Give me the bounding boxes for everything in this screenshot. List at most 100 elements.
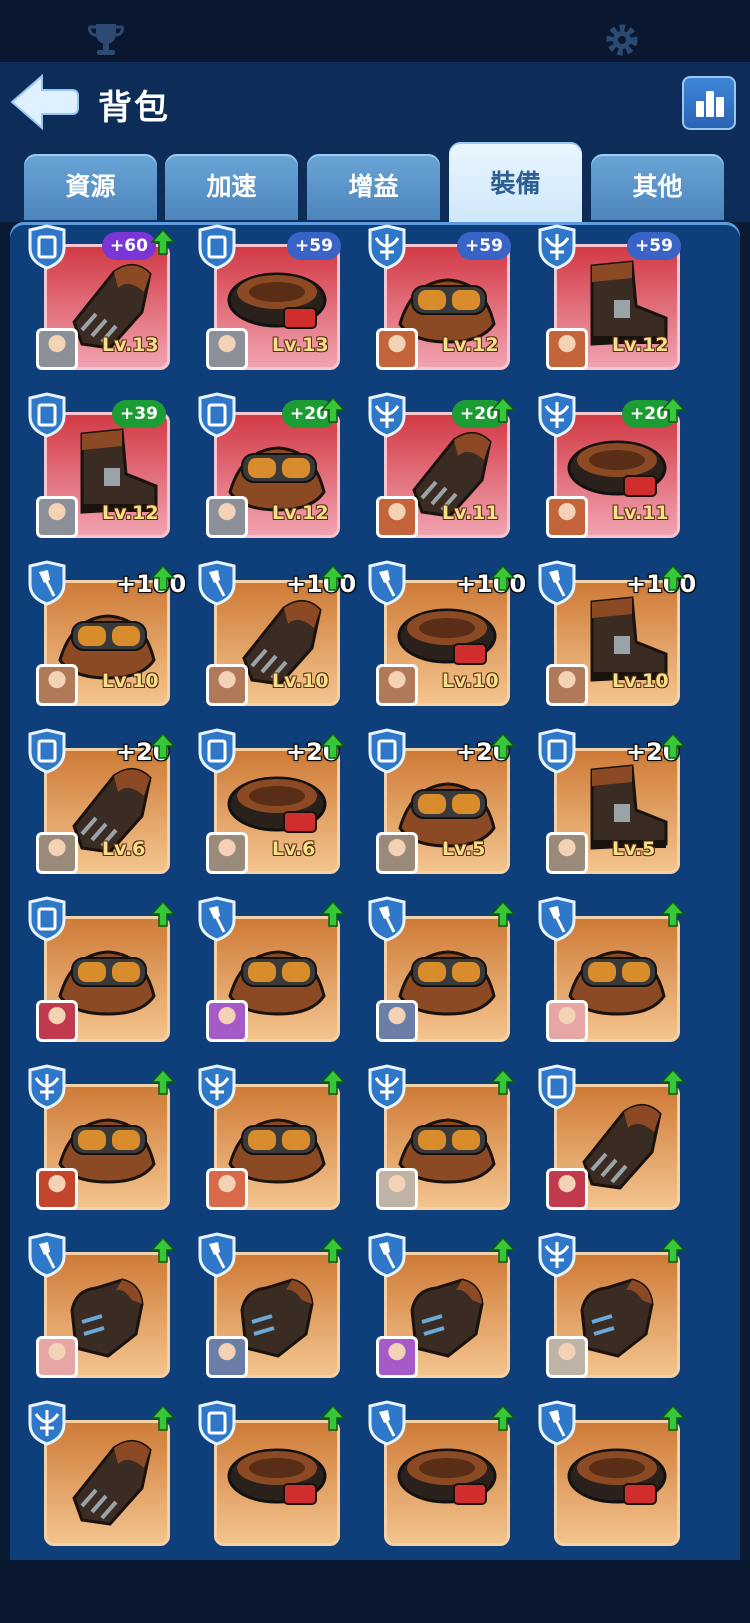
back-arrow-icon[interactable] bbox=[8, 72, 80, 132]
upgrade-arrow-icon bbox=[320, 732, 346, 759]
level-label: Lv.10 bbox=[102, 670, 159, 692]
equipment-item[interactable] bbox=[532, 1230, 686, 1382]
equipment-panel[interactable]: +60 Lv.13 +59 Lv.13 +59 Lv.12 +59 Lv.12 +39 Lv.12… bbox=[10, 222, 740, 1560]
hero-avatar bbox=[206, 328, 248, 370]
bonus-badge: +59 bbox=[457, 232, 511, 260]
hero-avatar bbox=[546, 1336, 588, 1378]
equipment-item[interactable] bbox=[22, 1230, 176, 1382]
equipment-item[interactable]: +20 Lv.6 bbox=[22, 726, 176, 878]
level-label: Lv.5 bbox=[442, 838, 486, 860]
hero-avatar bbox=[36, 1336, 78, 1378]
upgrade-arrow-icon bbox=[320, 1236, 346, 1263]
shield-icon bbox=[198, 224, 236, 270]
level-label: Lv.12 bbox=[102, 502, 159, 524]
bonus-badge: +59 bbox=[287, 232, 341, 260]
equipment-item[interactable] bbox=[192, 1062, 346, 1214]
hero-avatar bbox=[36, 664, 78, 706]
upgrade-arrow-icon bbox=[150, 1068, 176, 1095]
crossbow-icon bbox=[538, 1232, 576, 1278]
trophy-icon[interactable] bbox=[86, 20, 126, 60]
shovel-icon bbox=[368, 1232, 406, 1278]
equipment-item[interactable]: +59 Lv.13 bbox=[192, 222, 344, 374]
upgrade-arrow-icon bbox=[490, 1404, 516, 1431]
upgrade-arrow-icon bbox=[490, 1236, 516, 1263]
hero-avatar bbox=[206, 496, 248, 538]
shield-icon bbox=[28, 728, 66, 774]
equipment-item[interactable] bbox=[192, 1230, 346, 1382]
hero-avatar bbox=[376, 832, 418, 874]
equipment-item[interactable]: +39 Lv.12 bbox=[22, 390, 174, 542]
equipment-item[interactable]: +100 Lv.10 bbox=[532, 558, 696, 710]
upgrade-arrow-icon bbox=[660, 1068, 686, 1095]
stats-button[interactable] bbox=[682, 76, 736, 130]
bonus-badge: +39 bbox=[112, 400, 166, 428]
equipment-item[interactable]: +100 Lv.10 bbox=[22, 558, 186, 710]
level-label: Lv.10 bbox=[612, 670, 669, 692]
upgrade-arrow-icon bbox=[150, 1236, 176, 1263]
upgrade-arrow-icon bbox=[490, 396, 516, 423]
hero-avatar bbox=[376, 496, 418, 538]
equipment-item[interactable]: +59 Lv.12 bbox=[532, 222, 684, 374]
hero-avatar bbox=[546, 664, 588, 706]
level-label: Lv.11 bbox=[442, 502, 499, 524]
equipment-item[interactable] bbox=[192, 1398, 346, 1550]
equipment-item[interactable]: +20 Lv.5 bbox=[362, 726, 516, 878]
equipment-item[interactable] bbox=[532, 1398, 686, 1550]
tab-equipment[interactable]: 裝備 bbox=[449, 142, 582, 222]
tab-resources[interactable]: 資源 bbox=[24, 154, 157, 220]
equipment-item[interactable] bbox=[22, 894, 176, 1046]
upgrade-arrow-icon bbox=[660, 564, 686, 591]
equipment-item[interactable] bbox=[532, 1062, 686, 1214]
level-label: Lv.12 bbox=[612, 334, 669, 356]
hero-avatar bbox=[206, 832, 248, 874]
tab-other[interactable]: 其他 bbox=[591, 154, 724, 220]
equipment-item[interactable]: +20 Lv.12 bbox=[192, 390, 346, 542]
hero-avatar bbox=[376, 1336, 418, 1378]
shovel-icon bbox=[198, 560, 236, 606]
equipment-item[interactable]: +60 Lv.13 bbox=[22, 222, 176, 374]
upgrade-arrow-icon bbox=[320, 1068, 346, 1095]
equipment-item[interactable]: +100 Lv.10 bbox=[192, 558, 356, 710]
tab-speedups[interactable]: 加速 bbox=[165, 154, 298, 220]
equipment-item[interactable] bbox=[362, 894, 516, 1046]
equipment-item[interactable]: +100 Lv.10 bbox=[362, 558, 526, 710]
equipment-item[interactable]: +20 Lv.11 bbox=[532, 390, 686, 542]
equipment-item[interactable] bbox=[22, 1062, 176, 1214]
gear-icon[interactable] bbox=[602, 20, 642, 60]
equipment-item[interactable] bbox=[362, 1062, 516, 1214]
upgrade-arrow-icon bbox=[660, 396, 686, 423]
hero-avatar bbox=[376, 1168, 418, 1210]
tab-boosts[interactable]: 增益 bbox=[307, 154, 440, 220]
equipment-item[interactable] bbox=[362, 1230, 516, 1382]
level-label: Lv.13 bbox=[102, 334, 159, 356]
shield-icon bbox=[28, 224, 66, 270]
crossbow-icon bbox=[368, 392, 406, 438]
shovel-icon bbox=[538, 1400, 576, 1446]
shield-icon bbox=[368, 728, 406, 774]
equipment-item[interactable]: +20 Lv.11 bbox=[362, 390, 516, 542]
upgrade-arrow-icon bbox=[150, 732, 176, 759]
upgrade-arrow-icon bbox=[320, 564, 346, 591]
hero-avatar bbox=[546, 832, 588, 874]
equipment-item[interactable] bbox=[192, 894, 346, 1046]
shield-icon bbox=[198, 1400, 236, 1446]
upgrade-arrow-icon bbox=[320, 900, 346, 927]
shield-icon bbox=[198, 728, 236, 774]
shovel-icon bbox=[368, 896, 406, 942]
shovel-icon bbox=[368, 560, 406, 606]
upgrade-arrow-icon bbox=[320, 1404, 346, 1431]
equipment-item[interactable]: +59 Lv.12 bbox=[362, 222, 514, 374]
hero-avatar bbox=[206, 664, 248, 706]
equipment-item[interactable] bbox=[362, 1398, 516, 1550]
equipment-item[interactable]: +20 Lv.5 bbox=[532, 726, 686, 878]
equipment-item[interactable] bbox=[22, 1398, 176, 1550]
equipment-item[interactable] bbox=[532, 894, 686, 1046]
equipment-item[interactable]: +20 Lv.6 bbox=[192, 726, 346, 878]
bonus-badge: +59 bbox=[627, 232, 681, 260]
level-label: Lv.6 bbox=[272, 838, 316, 860]
crossbow-icon bbox=[368, 1064, 406, 1110]
upgrade-arrow-icon bbox=[490, 564, 516, 591]
level-label: Lv.10 bbox=[272, 670, 329, 692]
upgrade-arrow-icon bbox=[660, 1404, 686, 1431]
hero-avatar bbox=[376, 328, 418, 370]
